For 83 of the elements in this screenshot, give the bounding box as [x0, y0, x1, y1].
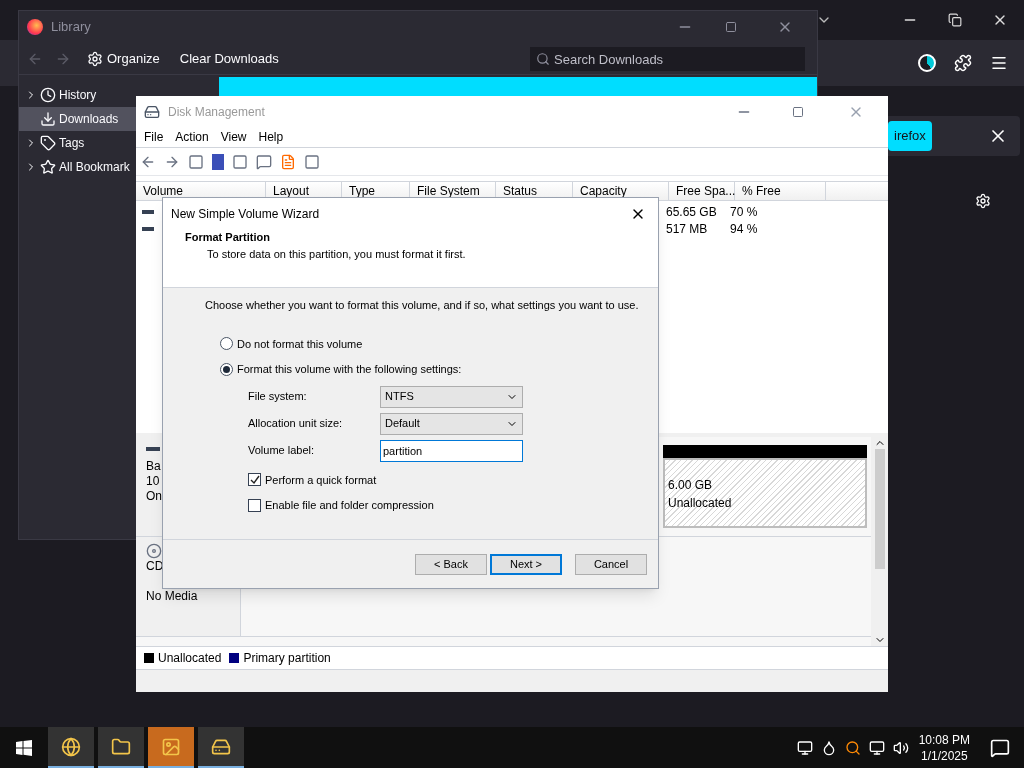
legend-label: Primary partition [243, 650, 331, 667]
checklist-icon[interactable] [280, 153, 296, 170]
field-label: File system: [248, 389, 308, 405]
cd-drive-icon [146, 543, 162, 559]
menu-icon[interactable] [990, 54, 1008, 72]
search-field[interactable]: Search Downloads [530, 47, 805, 71]
step-description: To store data on this partition, you must format it first. [207, 246, 467, 262]
instruction-text: Choose whether you want to format this volume, and if so, what settings you want to use. [205, 298, 640, 313]
disk-info: 10 [146, 474, 161, 488]
tag-icon [40, 135, 56, 151]
extensions-icon[interactable] [954, 54, 972, 72]
notifications-icon[interactable] [990, 737, 1010, 758]
clear-downloads-button[interactable]: Clear Downloads [179, 48, 279, 69]
scrollbar-thumb[interactable] [874, 449, 885, 569]
gear-icon [87, 50, 103, 67]
sidebar-item[interactable]: All Bookmark [19, 155, 136, 179]
clock-time[interactable]: 10:08 PM [918, 731, 970, 748]
star-icon [40, 159, 56, 175]
sidebar-item[interactable]: Downloads [19, 107, 136, 131]
dropdown[interactable]: NTFS [380, 385, 523, 408]
menu-item[interactable]: View [220, 128, 247, 146]
table-cell-text: 517 MB [665, 220, 709, 238]
window-title: Disk Management [168, 103, 265, 121]
firefox-button[interactable]: irefox [888, 121, 932, 151]
table-cell-text: 70 % [729, 203, 759, 221]
checkbox-label[interactable]: Perform a quick format [265, 471, 377, 488]
network-icon[interactable] [868, 739, 885, 756]
image-icon [161, 736, 181, 757]
clock-icon [40, 87, 56, 103]
pie-chart-icon[interactable] [918, 54, 936, 72]
taskbar-app[interactable] [98, 727, 144, 768]
partition-status: Unallocated [668, 495, 733, 512]
window-title: Library [51, 18, 91, 37]
maximize-button[interactable] [725, 21, 737, 33]
disk-info: No Media [146, 589, 199, 603]
firefox-logo-icon [27, 19, 43, 35]
search-icon [536, 51, 550, 66]
list-icon[interactable] [304, 153, 320, 170]
step-heading: Format Partition [185, 230, 271, 245]
search-icon[interactable] [844, 739, 861, 756]
table-cell-text: 94 % [729, 220, 759, 238]
dialog-title: New Simple Volume Wizard [171, 205, 321, 223]
dialog-button[interactable]: < Back [415, 553, 487, 575]
input-field[interactable]: partition [380, 439, 523, 462]
menu-item[interactable]: Action [175, 128, 209, 146]
organize-button[interactable]: Organize [87, 48, 160, 69]
download-icon [40, 111, 56, 127]
taskbar-app[interactable] [48, 727, 94, 768]
volume-icon[interactable] [892, 739, 909, 756]
speech-bubble-icon[interactable] [256, 153, 272, 170]
legend-label: Unallocated [158, 650, 222, 667]
maximize-button[interactable] [792, 105, 804, 118]
radio-label[interactable]: Format this volume with the following settings: [237, 361, 462, 378]
checkbox[interactable] [248, 498, 261, 512]
dialog-button[interactable]: Cancel [575, 553, 647, 575]
restore-button[interactable] [948, 13, 962, 27]
unallocated-partition[interactable]: 6.00 GB Unallocated [663, 458, 867, 528]
field-label: Volume label: [248, 443, 316, 459]
column-header[interactable]: Free Spa... [669, 182, 735, 200]
column-header[interactable]: % Free [735, 182, 826, 200]
folder-icon [111, 736, 131, 757]
sidebar-item[interactable]: Tags [19, 131, 136, 155]
settings-icon[interactable] [975, 193, 991, 209]
sidebar-item[interactable]: History [19, 83, 136, 107]
radio-label[interactable]: Do not format this volume [237, 335, 363, 352]
clock-date[interactable]: 1/1/2025 [920, 747, 968, 764]
panel-icon[interactable] [232, 153, 248, 170]
dropdown[interactable]: Default [380, 412, 523, 435]
checkbox[interactable] [248, 473, 261, 487]
radio-button[interactable] [220, 337, 233, 351]
radio-button[interactable] [220, 362, 233, 376]
menu-item[interactable]: Help [258, 128, 284, 146]
globe-icon [61, 736, 81, 757]
dialog-button[interactable]: Next > [490, 553, 562, 575]
menu-item[interactable]: File [144, 128, 164, 146]
panel-icon[interactable] [188, 153, 204, 170]
checkbox-label[interactable]: Enable file and folder compression [265, 497, 434, 514]
disk-info: Ba [146, 459, 162, 473]
partition-size: 6.00 GB [668, 477, 714, 494]
field-label: Allocation unit size: [248, 416, 344, 432]
taskbar-app[interactable] [198, 727, 244, 768]
table-cell-text: 65.65 GB [665, 203, 718, 221]
disk-info: On [146, 489, 163, 503]
